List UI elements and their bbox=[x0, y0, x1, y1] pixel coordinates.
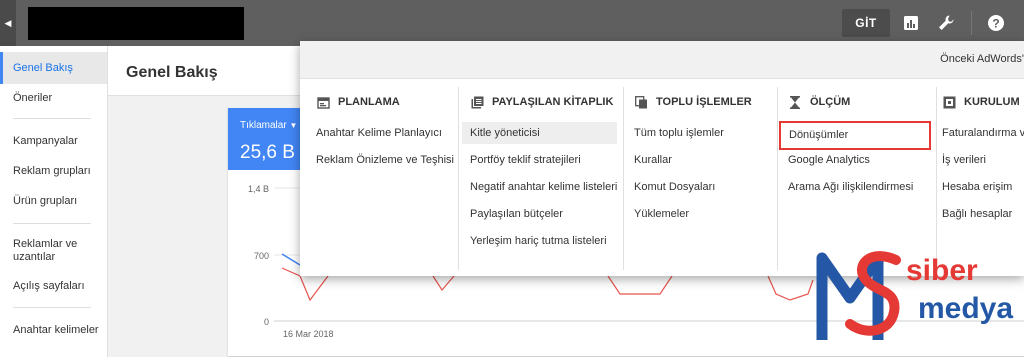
menu-link[interactable]: Kurallar bbox=[634, 149, 672, 171]
column-heading: KURULUM bbox=[942, 95, 1020, 109]
watermark-line2: medya bbox=[918, 292, 1014, 325]
menu-link[interactable]: Faturalandırma ve bbox=[942, 122, 1024, 144]
menu-link[interactable]: Anahtar Kelime Planlayıcı bbox=[316, 122, 442, 144]
menu-top-bar: Önceki AdWords' bbox=[300, 41, 1024, 79]
menu-column-planning: PLANLAMA Anahtar Kelime Planlayıcı Rekla… bbox=[300, 79, 458, 276]
account-name-redacted[interactable] bbox=[28, 7, 244, 40]
metric-value: 25,6 B bbox=[240, 142, 295, 163]
watermark-line1: siber bbox=[906, 254, 978, 287]
go-button[interactable]: GİT bbox=[842, 9, 890, 37]
siber-medya-watermark: siber medya bbox=[814, 240, 1024, 357]
toolbar-divider bbox=[971, 11, 972, 35]
menu-link[interactable]: Komut Dosyaları bbox=[634, 176, 715, 198]
menu-link[interactable]: Negatif anahtar kelime listeleri bbox=[470, 176, 617, 198]
menu-column-bulk-actions: TOPLU İŞLEMLER Tüm toplu işlemler Kurall… bbox=[623, 79, 777, 276]
library-icon bbox=[470, 95, 484, 109]
menu-link[interactable]: Bağlı hesaplar bbox=[942, 203, 1012, 225]
y-tick-label: 1,4 B bbox=[248, 184, 269, 194]
nav-item-overview[interactable]: Genel Bakış bbox=[0, 52, 107, 84]
metric-label-text: Tıklamalar bbox=[240, 120, 287, 131]
previous-adwords-link[interactable]: Önceki AdWords' bbox=[940, 53, 1024, 65]
column-heading: PLANLAMA bbox=[316, 95, 400, 109]
siber-medya-logo-mark bbox=[816, 251, 901, 340]
column-heading: ÖLÇÜM bbox=[788, 95, 850, 109]
page-title: Genel Bakış bbox=[126, 64, 218, 81]
menu-link-audience-manager[interactable]: Kitle yöneticisi bbox=[462, 122, 617, 144]
help-icon[interactable]: ? bbox=[984, 11, 1008, 35]
menu-link[interactable]: Portföy teklif stratejileri bbox=[470, 149, 581, 171]
left-nav: Genel Bakış Öneriler Kampanyalar Reklam … bbox=[0, 46, 108, 357]
y-tick-label: 700 bbox=[254, 251, 269, 261]
menu-link[interactable]: Google Analytics bbox=[788, 149, 870, 171]
x-tick-label: 16 Mar 2018 bbox=[283, 329, 334, 339]
series-line-blue bbox=[281, 253, 301, 266]
menu-link[interactable]: Yerleşim hariç tutma listeleri bbox=[470, 230, 607, 252]
series-line-red bbox=[607, 275, 673, 295]
nav-item-ads-extensions[interactable]: Reklamlar ve uzantılar bbox=[0, 238, 80, 264]
menu-link-conversions[interactable]: Dönüşümler bbox=[779, 121, 931, 150]
column-heading-label: TOPLU İŞLEMLER bbox=[656, 96, 752, 108]
metric-label[interactable]: Tıklamalar ▼ bbox=[240, 120, 297, 131]
nav-item-recommendations[interactable]: Öneriler bbox=[0, 92, 107, 105]
menu-column-shared-library: PAYLAŞILAN KİTAPLIK Kitle yöneticisi Por… bbox=[458, 79, 623, 276]
copy-icon bbox=[634, 95, 648, 109]
top-bar: ◀ GİT ? bbox=[0, 0, 1024, 46]
nav-divider bbox=[13, 223, 91, 224]
nav-divider bbox=[13, 118, 91, 119]
column-heading-label: PLANLAMA bbox=[338, 96, 400, 108]
setup-icon bbox=[942, 95, 956, 109]
menu-link[interactable]: Arama Ağı ilişkilendirmesi bbox=[788, 176, 913, 198]
menu-link[interactable]: Yüklemeler bbox=[634, 203, 689, 225]
reports-icon[interactable] bbox=[899, 11, 923, 35]
nav-item-keywords[interactable]: Anahtar kelimeler bbox=[0, 324, 107, 337]
page-header: Genel Bakış bbox=[108, 46, 308, 96]
nav-item-product-groups[interactable]: Ürün grupları bbox=[0, 195, 107, 208]
column-heading-label: KURULUM bbox=[964, 96, 1020, 108]
nav-item-ad-groups[interactable]: Reklam grupları bbox=[0, 165, 107, 178]
menu-link[interactable]: Hesaba erişim bbox=[942, 176, 1012, 198]
menu-link[interactable]: İş verileri bbox=[942, 149, 986, 171]
series-line-red bbox=[432, 275, 455, 292]
calendar-icon bbox=[316, 95, 330, 109]
menu-link[interactable]: Paylaşılan bütçeler bbox=[470, 203, 563, 225]
column-heading-label: ÖLÇÜM bbox=[810, 96, 851, 108]
nav-item-campaigns[interactable]: Kampanyalar bbox=[0, 135, 107, 148]
column-heading-label: PAYLAŞILAN KİTAPLIK bbox=[492, 96, 614, 108]
y-tick-label: 0 bbox=[264, 317, 269, 327]
metric-selector[interactable]: Tıklamalar ▼ 25,6 B bbox=[228, 108, 300, 170]
hourglass-icon bbox=[788, 95, 802, 109]
menu-link[interactable]: Tüm toplu işlemler bbox=[634, 122, 724, 144]
nav-item-landing-pages[interactable]: Açılış sayfaları bbox=[0, 280, 107, 293]
dropdown-arrow-icon: ▼ bbox=[289, 121, 298, 130]
series-line-red bbox=[767, 275, 814, 301]
menu-link[interactable]: Reklam Önizleme ve Teşhisi bbox=[316, 149, 454, 171]
nav-divider bbox=[13, 307, 91, 308]
wrench-icon[interactable] bbox=[934, 11, 958, 35]
caret-left-icon[interactable]: ◀ bbox=[0, 0, 16, 46]
column-heading: PAYLAŞILAN KİTAPLIK bbox=[470, 95, 613, 109]
column-heading: TOPLU İŞLEMLER bbox=[634, 95, 752, 109]
svg-text:?: ? bbox=[992, 17, 999, 31]
